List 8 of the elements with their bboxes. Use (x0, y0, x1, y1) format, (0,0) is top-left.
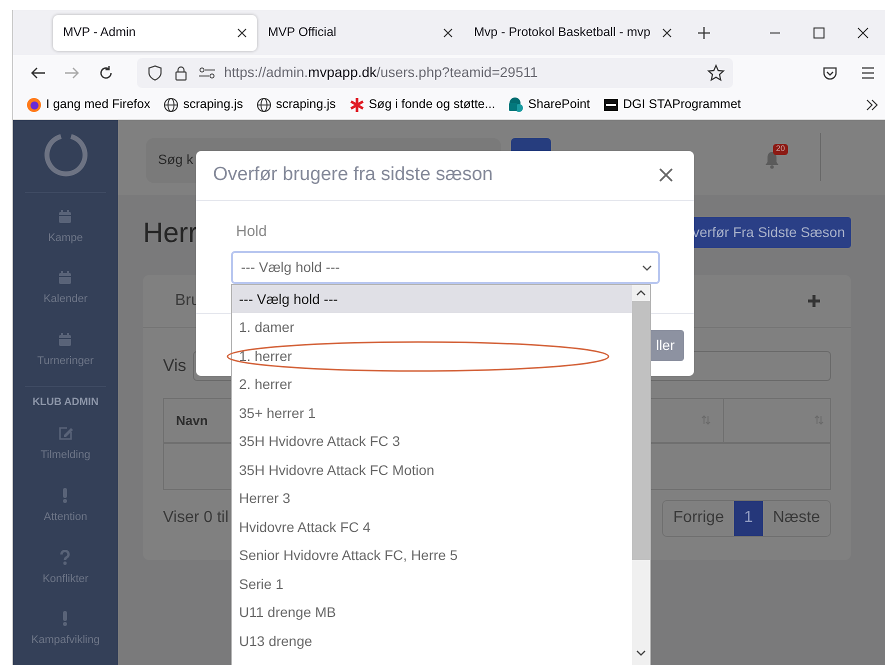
field-label: Hold (236, 222, 268, 242)
url-text: https://admin.mvpapp.dk/users.php?teamid=29511 (224, 63, 538, 82)
modal-title: Overfør brugere fra sidste sæson (213, 163, 493, 188)
notification-count: 20 (773, 144, 788, 155)
page-heading: Herr (143, 216, 198, 250)
section-label: KLUB ADMIN (32, 394, 99, 410)
show-label: Vis (163, 355, 186, 378)
results-info: Viser 0 til (163, 508, 229, 528)
